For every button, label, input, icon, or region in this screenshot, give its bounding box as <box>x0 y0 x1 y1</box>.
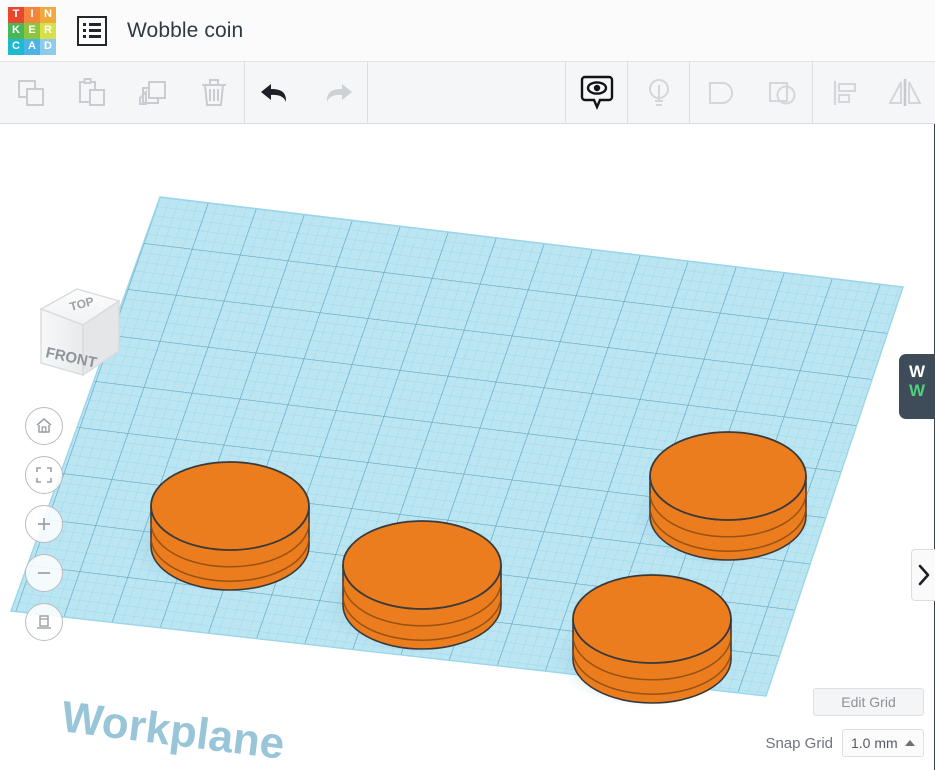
shapes-panel-tooltip[interactable]: W W <box>899 354 935 419</box>
chevron-right-icon <box>918 564 929 586</box>
home-icon <box>36 418 52 433</box>
snap-grid-value: 1.0 mm <box>851 735 898 751</box>
coin-2[interactable] <box>342 520 502 650</box>
duplicate-icon <box>138 80 166 105</box>
zoom-in-button[interactable] <box>25 505 63 543</box>
list-menu-icon <box>83 23 101 26</box>
list-menu-icon-row2 <box>83 29 101 32</box>
logo-letter-n: N <box>40 6 56 23</box>
tinkercad-editor: TINKERCAD Wobble coin Workplane TOP FRON… <box>0 0 935 770</box>
home-view-button[interactable] <box>25 407 63 445</box>
app-header: TINKERCAD Wobble coin <box>0 0 935 62</box>
align-button[interactable] <box>813 62 874 124</box>
snap-grid-label: Snap Grid <box>765 734 833 752</box>
workplane-surface[interactable]: Workplane <box>0 124 935 770</box>
main-toolbar <box>0 61 935 124</box>
edit-grid-button[interactable]: Edit Grid <box>813 688 924 716</box>
snap-grid-select[interactable]: 1.0 mm <box>842 729 924 757</box>
fit-brackets-icon <box>36 467 52 483</box>
object-shadows <box>130 466 814 707</box>
logo-letter-k: K <box>8 22 24 39</box>
workplane-label: Workplane <box>59 692 287 769</box>
fit-to-view-button[interactable] <box>25 456 63 494</box>
coin-1[interactable] <box>150 461 310 591</box>
delete-button[interactable] <box>183 62 244 124</box>
shapes-panel-line-1: W <box>909 362 926 381</box>
shapes-panel-line-2: W <box>909 381 926 400</box>
list-menu-icon-row3 <box>83 35 101 38</box>
navigation-controls <box>25 407 63 641</box>
mirror-icon <box>887 78 922 106</box>
workplane-scene: Workplane <box>0 124 935 770</box>
mirror-button[interactable] <box>874 62 935 124</box>
eye-bubble-icon <box>580 75 613 110</box>
redo-arrow-icon <box>326 83 352 102</box>
tinkercad-logo[interactable]: TINKERCAD <box>8 6 56 55</box>
coin-objects[interactable] <box>150 431 807 704</box>
logo-letter-i: I <box>24 6 40 23</box>
plus-icon <box>38 518 50 530</box>
paste-button[interactable] <box>61 62 122 124</box>
caret-up-icon <box>905 740 915 746</box>
align-icon <box>833 80 856 105</box>
undo-button[interactable] <box>245 62 306 124</box>
group-button[interactable] <box>690 62 751 124</box>
copy-icon <box>17 79 44 106</box>
undo-arrow-icon <box>260 83 286 102</box>
hint-button[interactable] <box>628 62 689 124</box>
show-hide-button[interactable] <box>566 62 627 124</box>
flat-view-button[interactable] <box>25 603 63 641</box>
edit-grid-label: Edit Grid <box>841 694 896 710</box>
object-tool-group <box>566 61 935 124</box>
paste-icon <box>78 77 105 106</box>
logo-letter-t: T <box>8 6 24 23</box>
logo-letter-a: A <box>24 38 40 55</box>
lightbulb-icon <box>648 78 669 106</box>
coin-3[interactable] <box>649 431 807 561</box>
logo-letter-d: D <box>40 38 56 55</box>
history-tool-group <box>245 62 367 124</box>
group-shape-icon <box>708 81 733 104</box>
logo-letter-c: C <box>8 38 24 55</box>
snap-grid-control: Snap Grid 1.0 mm <box>765 729 924 757</box>
logo-letter-e: E <box>24 22 40 39</box>
workplane-view-icon <box>37 615 51 629</box>
document-title[interactable]: Wobble coin <box>127 19 243 43</box>
view-cube[interactable]: TOP FRONT <box>27 271 127 386</box>
edit-tool-group <box>0 62 244 124</box>
minus-icon <box>38 572 50 574</box>
redo-button[interactable] <box>306 62 367 124</box>
3d-canvas[interactable]: Workplane TOP FRONT W W <box>0 124 935 770</box>
trash-icon <box>201 78 226 106</box>
logo-letter-r: R <box>40 22 56 39</box>
expand-panel-button[interactable] <box>911 549 935 601</box>
duplicate-button[interactable] <box>122 62 183 124</box>
coin-4[interactable] <box>572 574 732 704</box>
copy-button[interactable] <box>0 62 61 124</box>
zoom-out-button[interactable] <box>25 554 63 592</box>
ungroup-shape-icon <box>768 81 795 104</box>
ungroup-button[interactable] <box>751 62 812 124</box>
project-menu-button[interactable] <box>77 15 107 46</box>
